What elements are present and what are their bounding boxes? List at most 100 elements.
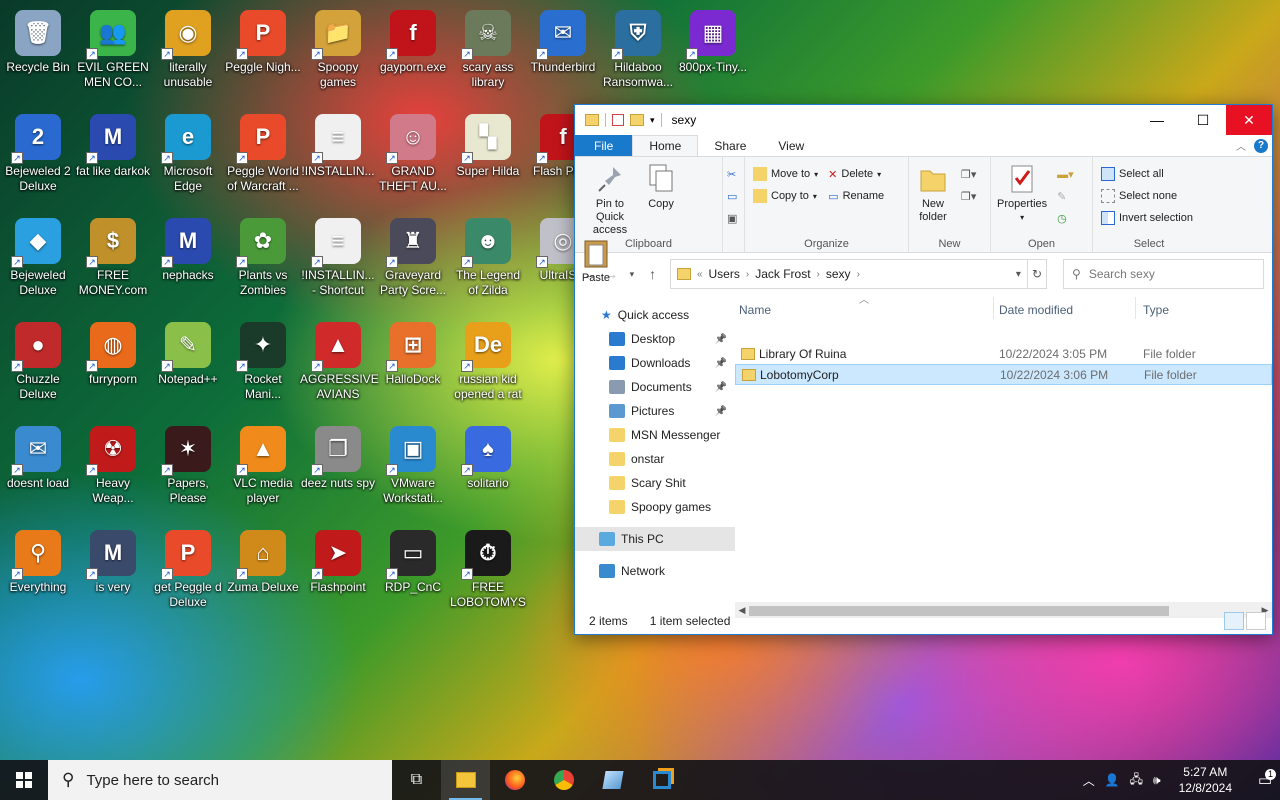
breadcrumb-jack-frost[interactable]: Jack Frost — [755, 267, 810, 281]
tab-file[interactable]: File — [575, 135, 633, 156]
taskbar-vmware[interactable] — [637, 760, 686, 800]
desktop-icon[interactable]: ✎ ↗ Notepad++ — [150, 316, 226, 387]
desktop-icon[interactable]: ▦ ↗ 800px-Tiny... — [675, 4, 751, 75]
desktop-icon[interactable]: P ↗ Peggle World of Warcraft ... — [225, 108, 301, 194]
large-icons-view-icon[interactable] — [1246, 612, 1266, 630]
desktop-icon[interactable]: f ↗ gayporn.exe — [375, 4, 451, 75]
minimize-button[interactable]: — — [1134, 105, 1180, 135]
collapse-ribbon-icon[interactable]: ︿ — [1236, 138, 1246, 153]
desktop-icon[interactable]: ♜ ↗ Graveyard Party Scre... — [375, 212, 451, 298]
nav-item[interactable]: Pictures 📌 — [575, 399, 735, 423]
refresh-button[interactable]: ↻ — [1027, 259, 1048, 289]
desktop-icon[interactable]: ▲ ↗ VLC media player — [225, 420, 301, 506]
desktop-icon[interactable]: ◆ ↗ Bejeweled Deluxe — [0, 212, 76, 298]
properties-button[interactable]: Properties ▾ — [997, 163, 1047, 229]
desktop-icon[interactable]: ▲ ↗ AGGRESSIVE AVIANS — [300, 316, 379, 402]
list-item[interactable]: LobotomyCorp 10/22/2024 3:06 PM File fol… — [735, 364, 1272, 385]
history-icon[interactable]: ◷ — [1055, 207, 1076, 229]
tab-view[interactable]: View — [762, 135, 820, 156]
desktop-icon[interactable]: ▭ ↗ RDP_CnC — [375, 524, 451, 595]
desktop-icon[interactable]: De ↗ russian kid opened a rat — [450, 316, 526, 402]
desktop-icon[interactable]: ⊞ ↗ HalloDock — [375, 316, 451, 387]
desktop-icon[interactable]: ☺ ↗ GRAND THEFT AU... — [375, 108, 451, 194]
taskbar-search-input[interactable]: Type here to search — [86, 772, 219, 789]
chevron-up-icon[interactable]: ︿ — [1083, 772, 1095, 789]
taskbar-firefox[interactable] — [490, 760, 539, 800]
tab-home[interactable]: Home — [632, 135, 699, 156]
open-icon[interactable]: ▬▾ — [1055, 163, 1076, 185]
new-item-icon[interactable]: ❐▾ — [959, 163, 978, 185]
breadcrumb-sexy[interactable]: sexy — [826, 267, 851, 281]
taskbar-app-generic[interactable] — [588, 760, 637, 800]
desktop-icon[interactable]: e ↗ Microsoft Edge — [150, 108, 226, 194]
nav-item[interactable]: MSN Messenger — [575, 423, 735, 447]
copy-button[interactable]: Copy — [646, 163, 676, 211]
properties-icon[interactable] — [612, 114, 624, 126]
nav-quick-access[interactable]: ★ Quick access — [575, 303, 735, 327]
desktop-icon[interactable]: ✶ ↗ Papers, Please — [150, 420, 226, 506]
desktop-icon[interactable]: $ ↗ FREE MONEY.com — [75, 212, 151, 298]
desktop-icon[interactable]: 🗑 Recycle Bin — [0, 4, 76, 75]
nav-item[interactable]: Scary Shit — [575, 471, 735, 495]
column-name[interactable]: Name — [739, 303, 771, 317]
desktop-icon[interactable]: ● ↗ Chuzzle Deluxe — [0, 316, 76, 402]
desktop-icon[interactable]: P ↗ Peggle Nigh... — [225, 4, 301, 75]
paste-shortcut-icon[interactable]: ▣ — [725, 207, 742, 229]
column-type[interactable]: Type — [1143, 303, 1169, 317]
close-button[interactable]: ✕ — [1226, 105, 1272, 135]
desktop-icon[interactable]: ❐ ↗ deez nuts spy — [300, 420, 376, 491]
tab-share[interactable]: Share — [698, 135, 762, 156]
start-button[interactable] — [0, 760, 48, 800]
desktop-icon[interactable]: ≡ ↗ !INSTALLIN... — [300, 108, 376, 179]
maximize-button[interactable]: ☐ — [1180, 105, 1226, 135]
taskbar-search-box[interactable]: ⚲ Type here to search — [48, 760, 392, 800]
desktop-icon[interactable]: M ↗ is very — [75, 524, 151, 595]
desktop-icon[interactable]: 👥 ↗ EVIL GREEN MEN CO... — [75, 4, 151, 90]
details-view-icon[interactable] — [1224, 612, 1244, 630]
nav-this-pc[interactable]: This PC — [575, 527, 735, 551]
new-folder-button[interactable]: New folder — [915, 163, 951, 224]
network-icon[interactable]: 🖧 — [1130, 770, 1143, 791]
desktop-icon[interactable]: ✉ ↗ doesnt load — [0, 420, 76, 491]
desktop-icon[interactable]: 📁 ↗ Spoopy games — [300, 4, 376, 90]
title-bar[interactable]: ▾ sexy — ☐ ✕ — [575, 105, 1272, 135]
desktop-icon[interactable]: ⚲ ↗ Everything — [0, 524, 76, 595]
desktop-icon[interactable]: ◍ ↗ furryporn — [75, 316, 151, 387]
desktop-icon[interactable]: ☻ ↗ The Legend of Zilda — [450, 212, 526, 298]
edit-icon[interactable]: ✎ — [1055, 185, 1076, 207]
nav-item[interactable]: onstar — [575, 447, 735, 471]
desktop-icon[interactable]: 2 ↗ Bejeweled 2 Deluxe — [0, 108, 76, 194]
desktop-icon[interactable]: ⌂ ↗ Zuma Deluxe — [225, 524, 301, 595]
desktop-icon[interactable]: ☢ ↗ Heavy Weap... — [75, 420, 151, 506]
rename-button[interactable]: ▭ Rename — [826, 185, 886, 207]
desktop-icon[interactable]: ≡ ↗ !INSTALLIN... - Shortcut — [300, 212, 376, 298]
cut-icon[interactable]: ✂ — [725, 163, 742, 185]
desktop-icon[interactable]: ✉ ↗ Thunderbird — [525, 4, 601, 75]
desktop-icon[interactable]: ⛨ ↗ Hildaboo Ransomwa... — [600, 4, 676, 90]
invert-selection-button[interactable]: Invert selection — [1099, 207, 1199, 229]
desktop-icon[interactable]: ✦ ↗ Rocket Mani... — [225, 316, 301, 402]
pin-icon[interactable]: 📌 — [715, 358, 727, 369]
move-to-button[interactable]: Move to ▾ — [751, 163, 820, 185]
desktop-icon[interactable]: ♠ ↗ solitario — [450, 420, 526, 491]
search-input[interactable]: Search sexy — [1089, 267, 1155, 281]
desktop-icon[interactable]: ▚ ↗ Super Hilda — [450, 108, 526, 179]
delete-button[interactable]: ✕ Delete ▾ — [826, 163, 886, 185]
desktop-icon[interactable]: M ↗ fat like darkok — [75, 108, 151, 179]
desktop-icon[interactable]: ☠ ↗ scary ass library — [450, 4, 526, 90]
breadcrumb-users[interactable]: Users — [709, 267, 740, 281]
easy-access-icon[interactable]: ❐▾ — [959, 185, 978, 207]
select-all-button[interactable]: Select all — [1099, 163, 1199, 185]
user-icon[interactable]: 👤 — [1105, 773, 1120, 787]
desktop-icon[interactable]: M ↗ nephacks — [150, 212, 226, 283]
chevron-down-icon[interactable]: ▾ — [1016, 269, 1021, 280]
task-view-button[interactable]: ⧉ — [392, 760, 441, 800]
nav-item[interactable]: Spoopy games — [575, 495, 735, 519]
taskbar-chrome[interactable] — [539, 760, 588, 800]
clock[interactable]: 5:27 AM 12/8/2024 — [1179, 764, 1232, 796]
chevron-down-icon[interactable]: ▾ — [650, 115, 655, 126]
notifications-icon[interactable]: ▭ 1 — [1250, 769, 1280, 789]
up-button[interactable]: ↑ — [645, 266, 660, 282]
volume-icon[interactable]: 🕪 — [1153, 773, 1161, 788]
nav-network[interactable]: Network — [575, 559, 735, 583]
